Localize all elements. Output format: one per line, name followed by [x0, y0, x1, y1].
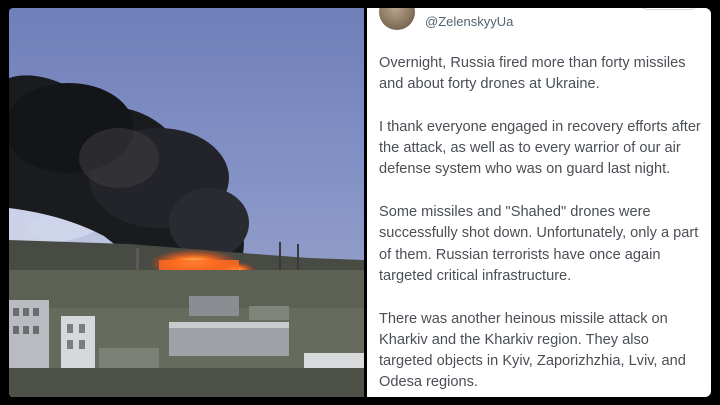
tweet-paragraph: I thank everyone engaged in recovery eff… [379, 118, 701, 178]
attack-photo [9, 8, 364, 397]
smoke-and-fire-image [9, 8, 364, 397]
tweet-text: Overnight, Russia fired more than forty … [379, 53, 705, 397]
author-handle[interactable]: @ZelenskyyUa [425, 14, 513, 29]
tweet-paragraph: Overnight, Russia fired more than forty … [379, 55, 686, 93]
avatar[interactable] [379, 8, 415, 30]
tweet-paragraph: There was another heinous missile attack… [379, 310, 686, 391]
tweet-paragraph: Some missiles and "Shahed" drones were s… [379, 204, 699, 284]
screenshot-frame: @ZelenskyyUa Overnight, Russia fired mor… [6, 6, 714, 399]
tweet-card: @ZelenskyyUa Overnight, Russia fired mor… [367, 8, 711, 397]
follow-button[interactable] [639, 8, 699, 10]
